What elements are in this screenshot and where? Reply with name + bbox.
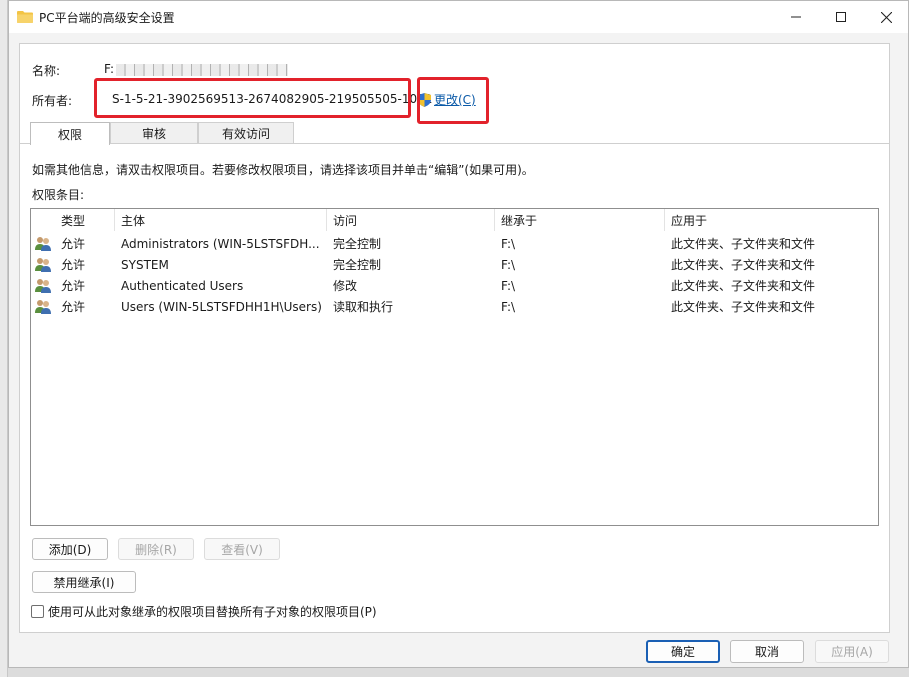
- cancel-button[interactable]: 取消: [730, 640, 804, 663]
- window-title: PC平台端的高级安全设置: [39, 11, 175, 25]
- list-header: 类型 主体 访问 继承于 应用于: [31, 209, 878, 231]
- maximize-icon: [836, 12, 846, 22]
- maximize-button[interactable]: [819, 1, 863, 33]
- cell-access: 完全控制: [333, 237, 382, 251]
- cell-applies-to: 此文件夹、子文件夹和文件: [671, 258, 816, 272]
- ok-button[interactable]: 确定: [646, 640, 720, 663]
- info-text: 如需其他信息，请双击权限项目。若要修改权限项目，请选择该项目并单击“编辑”(如果…: [32, 163, 534, 177]
- tab-divider: [20, 143, 889, 144]
- name-label: 名称:: [32, 64, 61, 78]
- table-row[interactable]: 允许 SYSTEM 完全控制 F:\ 此文件夹、子文件夹和文件: [31, 254, 878, 275]
- users-icon: [35, 237, 51, 251]
- cell-principal: SYSTEM: [121, 257, 169, 272]
- tab-effective-access[interactable]: 有效访问: [198, 122, 294, 144]
- cell-inherited-from: F:\: [501, 278, 516, 293]
- apply-button[interactable]: 应用(A): [815, 640, 889, 663]
- add-button[interactable]: 添加(D): [32, 538, 108, 560]
- replace-child-permissions-checkbox[interactable]: [31, 605, 44, 618]
- name-value: F:: [104, 62, 115, 76]
- column-type[interactable]: 类型: [55, 209, 115, 231]
- minimize-icon: [791, 16, 801, 18]
- column-access[interactable]: 访问: [327, 209, 495, 231]
- minimize-button[interactable]: [774, 1, 818, 33]
- users-icon: [35, 279, 51, 293]
- owner-highlight-box: [94, 78, 411, 118]
- cell-inherited-from: F:\: [501, 236, 516, 251]
- cell-type: 允许: [61, 300, 86, 314]
- cell-inherited-from: F:\: [501, 299, 516, 314]
- tab-permissions[interactable]: 权限: [30, 122, 110, 145]
- cell-applies-to: 此文件夹、子文件夹和文件: [671, 279, 816, 293]
- tab-auditing[interactable]: 审核: [110, 122, 198, 144]
- cell-access: 读取和执行: [333, 300, 394, 314]
- cell-principal: Authenticated Users: [121, 278, 244, 293]
- cell-type: 允许: [61, 258, 86, 272]
- background-window-edge: [0, 0, 8, 677]
- cell-access: 修改: [333, 279, 358, 293]
- dialog-content: 名称: F: 所有者: S-1-5-21-3902569513-26740829…: [19, 43, 890, 633]
- replace-child-permissions-label[interactable]: 使用可从此对象继承的权限项目替换所有子对象的权限项目(P): [48, 603, 377, 620]
- close-icon: [880, 11, 892, 23]
- cell-type: 允许: [61, 237, 86, 251]
- advanced-security-dialog: PC平台端的高级安全设置 名称: F: 所有者: S-1-5-21-390256…: [8, 0, 909, 668]
- title-bar: PC平台端的高级安全设置: [9, 1, 908, 33]
- users-icon: [35, 258, 51, 272]
- cell-principal: Users (WIN-5LSTSFDHH1H\Users): [121, 299, 322, 314]
- table-row[interactable]: 允许 Authenticated Users 修改 F:\ 此文件夹、子文件夹和…: [31, 275, 878, 296]
- redacted-name: [116, 64, 288, 76]
- users-icon: [35, 300, 51, 314]
- close-button[interactable]: [864, 1, 908, 33]
- cell-type: 允许: [61, 279, 86, 293]
- disable-inheritance-button[interactable]: 禁用继承(I): [32, 571, 136, 593]
- cell-principal: Administrators (WIN-5LSTSFDH...: [121, 236, 320, 251]
- folder-icon: [17, 11, 33, 23]
- cell-access: 完全控制: [333, 258, 382, 272]
- column-applies-to[interactable]: 应用于: [665, 209, 878, 231]
- cell-applies-to: 此文件夹、子文件夹和文件: [671, 300, 816, 314]
- column-inherited-from[interactable]: 继承于: [495, 209, 665, 231]
- change-highlight-box: [417, 77, 489, 124]
- remove-button[interactable]: 删除(R): [118, 538, 194, 560]
- owner-label: 所有者:: [32, 94, 73, 108]
- table-row[interactable]: 允许 Users (WIN-5LSTSFDHH1H\Users) 读取和执行 F…: [31, 296, 878, 317]
- permission-entries-label: 权限条目:: [32, 188, 85, 202]
- cell-inherited-from: F:\: [501, 257, 516, 272]
- cell-applies-to: 此文件夹、子文件夹和文件: [671, 237, 816, 251]
- permission-entries-list[interactable]: 类型 主体 访问 继承于 应用于 允许 Administrators (WIN-…: [30, 208, 879, 526]
- view-button[interactable]: 查看(V): [204, 538, 280, 560]
- table-row[interactable]: 允许 Administrators (WIN-5LSTSFDH... 完全控制 …: [31, 233, 878, 254]
- column-principal[interactable]: 主体: [115, 209, 327, 231]
